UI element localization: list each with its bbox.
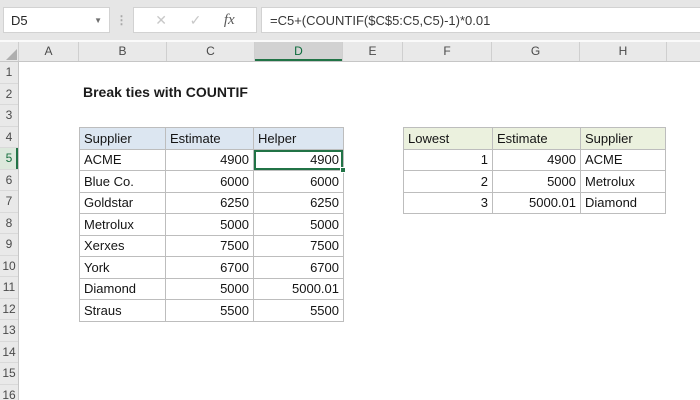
formula-input[interactable]: =C5+(COUNTIF($C$5:C5,C5)-1)*0.01 xyxy=(261,7,700,33)
cell-C6[interactable]: 6000 xyxy=(165,170,254,193)
fill-handle[interactable] xyxy=(340,167,346,173)
column-header-A[interactable]: A xyxy=(19,42,79,61)
formula-buttons: ✕ ✓ fx xyxy=(133,7,257,33)
column-header-D[interactable]: D xyxy=(255,42,343,61)
formula-text: =C5+(COUNTIF($C$5:C5,C5)-1)*0.01 xyxy=(270,12,491,28)
cell-G7[interactable]: 5000.01 xyxy=(492,191,581,214)
column-header-filler xyxy=(667,42,700,61)
row-header-14[interactable]: 14 xyxy=(0,342,18,363)
cell-G6[interactable]: 5000 xyxy=(492,170,581,193)
cell-F5[interactable]: 1 xyxy=(403,148,493,171)
row-headers: 1 2 3 4 5 6 7 8 9 10 11 12 13 14 15 16 xyxy=(0,62,19,400)
row-header-12[interactable]: 12 xyxy=(0,299,18,320)
cell-C9[interactable]: 7500 xyxy=(165,234,254,257)
cell-B8[interactable]: Metrolux xyxy=(79,213,166,236)
table-header-row: Lowest Estimate Supplier xyxy=(403,127,666,150)
cell-D7[interactable]: 6250 xyxy=(253,191,344,214)
cell-B11[interactable]: Diamond xyxy=(79,277,166,300)
cancel-icon[interactable]: ✕ xyxy=(155,12,167,29)
cell-C12[interactable]: 5500 xyxy=(165,299,254,322)
cell-D10[interactable]: 6700 xyxy=(253,256,344,279)
supplier-table: Supplier Estimate Helper ACME 4900 4900 Blue C… xyxy=(79,127,346,322)
column-header-E[interactable]: E xyxy=(343,42,403,61)
row-header-6[interactable]: 6 xyxy=(0,170,18,191)
cell-C4[interactable]: Estimate xyxy=(165,127,254,150)
table-row: Goldstar 6250 6250 xyxy=(79,191,344,214)
cell-C11[interactable]: 5000 xyxy=(165,277,254,300)
row-header-16[interactable]: 16 xyxy=(0,385,18,400)
enter-icon[interactable]: ✓ xyxy=(190,12,202,29)
cell-D8[interactable]: 5000 xyxy=(253,213,344,236)
cell-C5[interactable]: 4900 xyxy=(165,148,254,171)
column-header-B[interactable]: B xyxy=(79,42,167,61)
cell-B2-title[interactable]: Break ties with COUNTIF xyxy=(83,81,248,103)
cell-D5[interactable]: 4900 xyxy=(253,148,346,173)
cell-D9[interactable]: 7500 xyxy=(253,234,344,257)
row-header-11[interactable]: 11 xyxy=(0,277,18,299)
row-header-2[interactable]: 2 xyxy=(0,84,18,105)
row-header-9[interactable]: 9 xyxy=(0,234,18,256)
cell-B10[interactable]: York xyxy=(79,256,166,279)
table-row: Metrolux 5000 5000 xyxy=(79,213,344,236)
cell-B4[interactable]: Supplier xyxy=(79,127,166,150)
table-row: Blue Co. 6000 6000 xyxy=(79,170,344,193)
table-row: York 6700 6700 xyxy=(79,256,344,279)
name-box-value: D5 xyxy=(11,12,28,28)
column-header-C[interactable]: C xyxy=(167,42,255,61)
row-header-8[interactable]: 8 xyxy=(0,213,18,234)
cell-B12[interactable]: Straus xyxy=(79,299,166,322)
cell-F7[interactable]: 3 xyxy=(403,191,493,214)
select-all-triangle-icon xyxy=(6,49,17,60)
insert-function-icon[interactable]: fx xyxy=(224,12,235,29)
cell-D4[interactable]: Helper xyxy=(253,127,344,150)
table-row: 2 5000 Metrolux xyxy=(403,170,666,193)
cell-F4[interactable]: Lowest xyxy=(403,127,493,150)
cell-H7[interactable]: Diamond xyxy=(580,191,666,214)
row-header-7[interactable]: 7 xyxy=(0,191,18,213)
formula-bar-drag-handle-icon: ⋮ xyxy=(115,13,128,27)
cell-B9[interactable]: Xerxes xyxy=(79,234,166,257)
table-row: Diamond 5000 5000.01 xyxy=(79,277,344,300)
row-header-15[interactable]: 15 xyxy=(0,363,18,385)
row-header-4[interactable]: 4 xyxy=(0,127,18,148)
row-header-1[interactable]: 1 xyxy=(0,62,18,84)
select-all-corner[interactable] xyxy=(0,42,19,61)
row-header-5[interactable]: 5 xyxy=(0,148,18,170)
cell-C10[interactable]: 6700 xyxy=(165,256,254,279)
table-row: Straus 5500 5500 xyxy=(79,299,344,322)
column-header-G[interactable]: G xyxy=(492,42,580,61)
row-header-3[interactable]: 3 xyxy=(0,105,18,127)
cell-G4[interactable]: Estimate xyxy=(492,127,581,150)
cell-H5[interactable]: ACME xyxy=(580,148,666,171)
row-header-10[interactable]: 10 xyxy=(0,256,18,277)
cell-D6[interactable]: 6000 xyxy=(253,170,344,193)
cell-C7[interactable]: 6250 xyxy=(165,191,254,214)
cell-B5[interactable]: ACME xyxy=(79,148,166,171)
cell-B7[interactable]: Goldstar xyxy=(79,191,166,214)
chevron-down-icon[interactable]: ▼ xyxy=(94,16,102,25)
table-row: ACME 4900 4900 xyxy=(79,148,346,173)
table-row: 3 5000.01 Diamond xyxy=(403,191,666,214)
cell-H4[interactable]: Supplier xyxy=(580,127,666,150)
cell-F6[interactable]: 2 xyxy=(403,170,493,193)
cell-B6[interactable]: Blue Co. xyxy=(79,170,166,193)
lowest-table: Lowest Estimate Supplier 1 4900 ACME 2 5000 Metr… xyxy=(403,127,666,214)
sheet-grid: 1 2 3 4 5 6 7 8 9 10 11 12 13 14 15 16 Break ties with … xyxy=(0,62,700,400)
excel-window: D5 ▼ ⋮ ✕ ✓ fx =C5+(COUNTIF($C$5:C5,C5)-1… xyxy=(0,0,700,400)
column-header-H[interactable]: H xyxy=(580,42,667,61)
table-row: Xerxes 7500 7500 xyxy=(79,234,344,257)
formula-bar: D5 ▼ ⋮ ✕ ✓ fx =C5+(COUNTIF($C$5:C5,C5)-1… xyxy=(0,0,700,40)
column-header-F[interactable]: F xyxy=(403,42,492,61)
cell-H6[interactable]: Metrolux xyxy=(580,170,666,193)
row-header-13[interactable]: 13 xyxy=(0,320,18,342)
column-headers: ABCDEFGH xyxy=(0,42,700,62)
cell-D11[interactable]: 5000.01 xyxy=(253,277,344,300)
cell-G5[interactable]: 4900 xyxy=(492,148,581,171)
cell-D12[interactable]: 5500 xyxy=(253,299,344,322)
table-header-row: Supplier Estimate Helper xyxy=(79,127,344,150)
name-box[interactable]: D5 ▼ xyxy=(3,7,110,33)
cell-C8[interactable]: 5000 xyxy=(165,213,254,236)
table-row: 1 4900 ACME xyxy=(403,148,666,171)
